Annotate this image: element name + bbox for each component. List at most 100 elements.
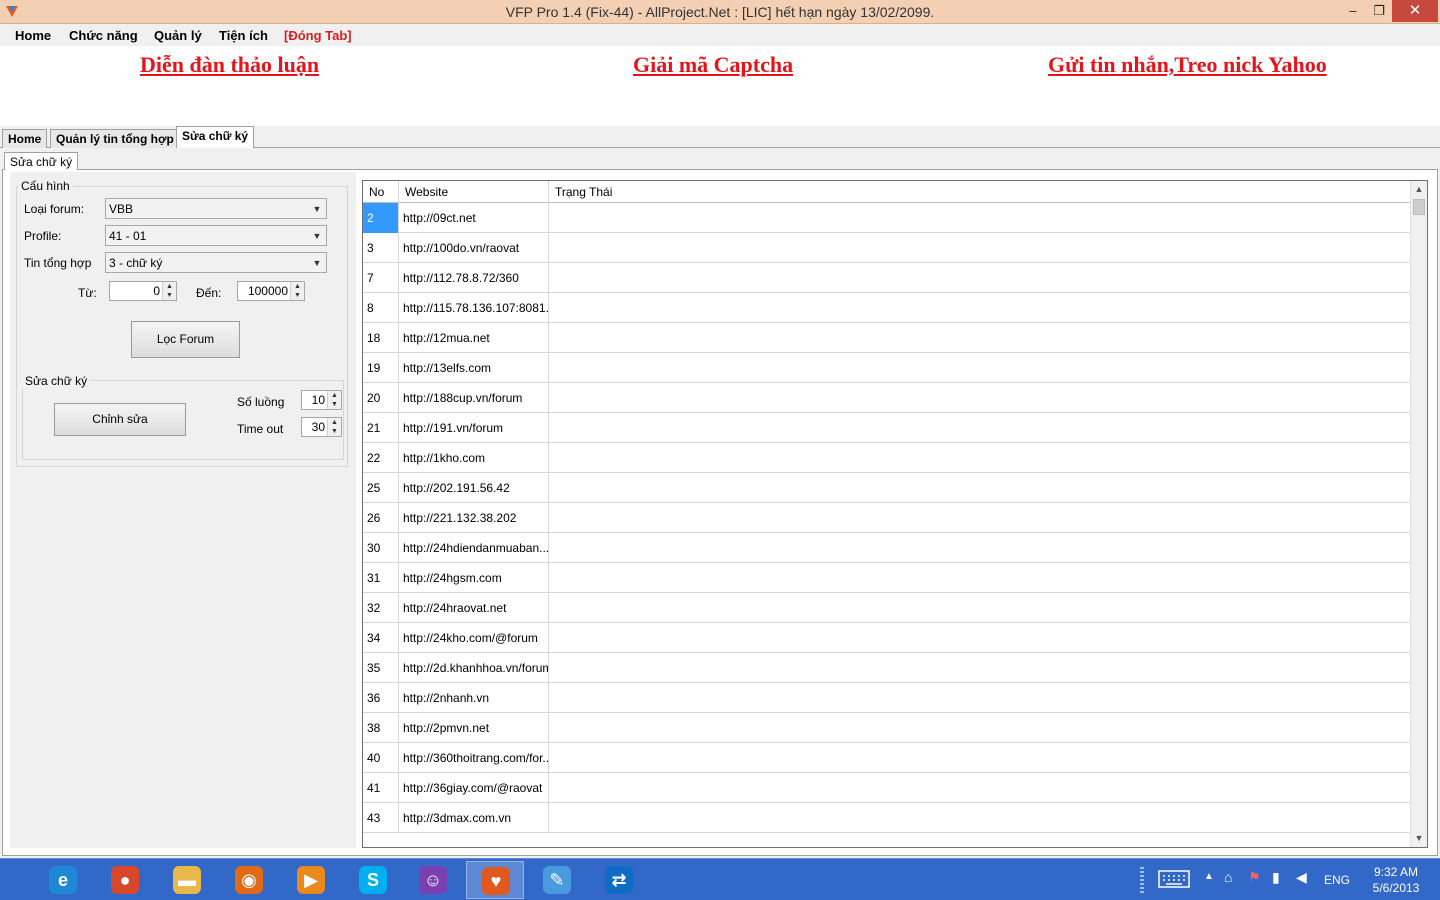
close-button[interactable]: ✕ xyxy=(1392,0,1438,22)
taskbar-item[interactable]: e xyxy=(34,861,92,899)
cell-website[interactable]: http://24hdiendanmuaban.... xyxy=(399,533,549,563)
table-row[interactable]: 38 http://2pmvn.net xyxy=(363,713,1411,743)
volume-icon[interactable]: ◀ xyxy=(1296,869,1307,886)
cell-website[interactable]: http://24kho.com/@forum xyxy=(399,623,549,653)
cell-no[interactable]: 34 xyxy=(363,623,399,653)
table-row[interactable]: 41 http://36giay.com/@raovat xyxy=(363,773,1411,803)
table-row[interactable]: 7 http://112.78.8.72/360 xyxy=(363,263,1411,293)
table-row[interactable]: 25 http://202.191.56.42 xyxy=(363,473,1411,503)
stepper-arrows-icon[interactable]: ▲ ▼ xyxy=(290,282,304,300)
cell-website[interactable]: http://36giay.com/@raovat xyxy=(399,773,549,803)
taskbar-item[interactable]: ▬ xyxy=(158,861,216,899)
cell-no[interactable]: 38 xyxy=(363,713,399,743)
yahoo-link[interactable]: Gửi tin nhắn,Treo nick Yahoo xyxy=(1048,52,1327,78)
cell-status[interactable] xyxy=(549,773,1411,803)
table-row[interactable]: 31 http://24hgsm.com xyxy=(363,563,1411,593)
timeout-stepper[interactable]: 30 ▲ ▼ xyxy=(301,417,342,437)
cell-website[interactable]: http://24hraovat.net xyxy=(399,593,549,623)
clock[interactable]: 9:32 AM 5/6/2013 xyxy=(1366,865,1426,900)
menu-features[interactable]: Chức năng xyxy=(69,28,138,43)
cell-status[interactable] xyxy=(549,293,1411,323)
cell-no[interactable]: 26 xyxy=(363,503,399,533)
taskbar-item[interactable]: ☺ xyxy=(404,861,462,899)
taskbar-item[interactable]: ◉ xyxy=(220,861,278,899)
cell-no[interactable]: 30 xyxy=(363,533,399,563)
cell-status[interactable] xyxy=(549,383,1411,413)
menu-close-tab[interactable]: [Đóng Tab] xyxy=(284,28,352,43)
cell-website[interactable]: http://13elfs.com xyxy=(399,353,549,383)
cell-website[interactable]: http://09ct.net xyxy=(399,203,549,233)
cell-no[interactable]: 22 xyxy=(363,443,399,473)
cell-no[interactable]: 2 xyxy=(363,203,399,233)
table-row[interactable]: 36 http://2nhanh.vn xyxy=(363,683,1411,713)
cell-status[interactable] xyxy=(549,233,1411,263)
restore-button[interactable]: ❐ xyxy=(1364,0,1394,22)
cell-website[interactable]: http://3dmax.com.vn xyxy=(399,803,549,833)
cell-status[interactable] xyxy=(549,263,1411,293)
cell-no[interactable]: 3 xyxy=(363,233,399,263)
to-stepper[interactable]: 100000 ▲ ▼ xyxy=(237,281,305,301)
cell-website[interactable]: http://100do.vn/raovat xyxy=(399,233,549,263)
forum-link[interactable]: Diễn đàn thảo luận xyxy=(140,52,319,78)
stepper-arrows-icon[interactable]: ▲ ▼ xyxy=(327,391,341,409)
profile-select[interactable]: 41 - 01 ▼ xyxy=(105,225,327,246)
cell-no[interactable]: 20 xyxy=(363,383,399,413)
cell-status[interactable] xyxy=(549,413,1411,443)
cell-website[interactable]: http://2nhanh.vn xyxy=(399,683,549,713)
action-center-icon[interactable]: ⚑ xyxy=(1248,869,1261,886)
table-row[interactable]: 20 http://188cup.vn/forum xyxy=(363,383,1411,413)
cell-website[interactable]: http://12mua.net xyxy=(399,323,549,353)
tab-manage-posts[interactable]: Quản lý tin tổng hợp xyxy=(50,129,180,148)
cell-status[interactable] xyxy=(549,203,1411,233)
cell-no[interactable]: 8 xyxy=(363,293,399,323)
table-row[interactable]: 3 http://100do.vn/raovat xyxy=(363,233,1411,263)
cell-status[interactable] xyxy=(549,323,1411,353)
table-row[interactable]: 2 http://09ct.net xyxy=(363,203,1411,233)
scroll-thumb[interactable] xyxy=(1413,199,1425,215)
cell-status[interactable] xyxy=(549,683,1411,713)
cell-website[interactable]: http://221.132.38.202 xyxy=(399,503,549,533)
tin-select[interactable]: 3 - chữ ký ▼ xyxy=(105,252,327,273)
cell-website[interactable]: http://360thoitrang.com/for... xyxy=(399,743,549,773)
keyboard-icon[interactable] xyxy=(1158,869,1190,889)
cell-no[interactable]: 32 xyxy=(363,593,399,623)
captcha-link[interactable]: Giải mã Captcha xyxy=(633,52,793,78)
table-row[interactable]: 35 http://2d.khanhhoa.vn/forum xyxy=(363,653,1411,683)
table-row[interactable]: 34 http://24kho.com/@forum xyxy=(363,623,1411,653)
forum-grid[interactable]: No Website Trạng Thái 2 http://09ct.net 3 h… xyxy=(362,180,1428,848)
battery-icon[interactable]: ▮ xyxy=(1272,869,1280,886)
cell-website[interactable]: http://188cup.vn/forum xyxy=(399,383,549,413)
from-stepper[interactable]: 0 ▲ ▼ xyxy=(109,281,177,301)
grid-scrollbar[interactable]: ▲ ▼ xyxy=(1410,181,1427,847)
cell-status[interactable] xyxy=(549,443,1411,473)
cell-website[interactable]: http://112.78.8.72/360 xyxy=(399,263,549,293)
scroll-up-icon[interactable]: ▲ xyxy=(1411,181,1427,198)
taskbar-item[interactable]: ✎ xyxy=(528,861,586,899)
cell-status[interactable] xyxy=(549,623,1411,653)
table-row[interactable]: 8 http://115.78.136.107:8081... xyxy=(363,293,1411,323)
table-row[interactable]: 30 http://24hdiendanmuaban.... xyxy=(363,533,1411,563)
cell-status[interactable] xyxy=(549,353,1411,383)
cell-no[interactable]: 35 xyxy=(363,653,399,683)
cell-website[interactable]: http://202.191.56.42 xyxy=(399,473,549,503)
tab-home[interactable]: Home xyxy=(2,129,48,148)
table-row[interactable]: 43 http://3dmax.com.vn xyxy=(363,803,1411,833)
taskbar-item[interactable]: ▶ xyxy=(282,861,340,899)
cell-website[interactable]: http://191.vn/forum xyxy=(399,413,549,443)
forum-type-select[interactable]: VBB ▼ xyxy=(105,198,327,219)
tab-edit-signature[interactable]: Sửa chữ ký xyxy=(176,126,255,148)
table-row[interactable]: 26 http://221.132.38.202 xyxy=(363,503,1411,533)
taskbar-item[interactable]: ● xyxy=(96,861,154,899)
cell-no[interactable]: 25 xyxy=(363,473,399,503)
taskbar-item[interactable]: S xyxy=(344,861,402,899)
cell-no[interactable]: 21 xyxy=(363,413,399,443)
cell-no[interactable]: 41 xyxy=(363,773,399,803)
menu-manage[interactable]: Quản lý xyxy=(154,28,202,43)
cell-no[interactable]: 18 xyxy=(363,323,399,353)
cell-no[interactable]: 36 xyxy=(363,683,399,713)
cell-status[interactable] xyxy=(549,713,1411,743)
table-row[interactable]: 22 http://1kho.com xyxy=(363,443,1411,473)
cell-status[interactable] xyxy=(549,653,1411,683)
menu-utilities[interactable]: Tiện ích xyxy=(219,28,268,43)
menu-home[interactable]: Home xyxy=(15,28,51,43)
